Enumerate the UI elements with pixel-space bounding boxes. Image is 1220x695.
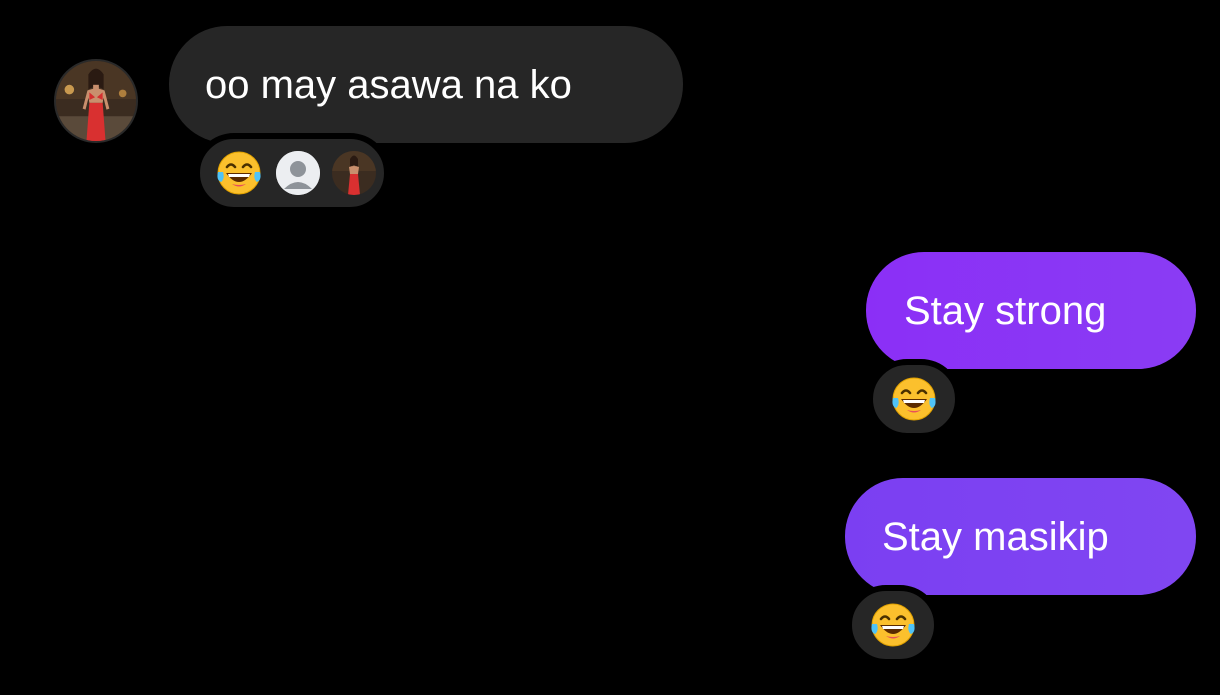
- laughing-tears-emoji-icon: [214, 148, 264, 198]
- outgoing-message-bubble[interactable]: Stay masikip: [845, 478, 1196, 595]
- message-text: Stay strong: [904, 288, 1107, 333]
- incoming-message-bubble[interactable]: oo may asawa na ko: [169, 26, 683, 143]
- laughing-tears-emoji-icon: [889, 374, 939, 424]
- contact-avatar[interactable]: [54, 59, 138, 143]
- message-reactions[interactable]: [194, 133, 390, 213]
- contact-avatar-mini: [332, 151, 376, 195]
- message-text: Stay masikip: [882, 514, 1109, 559]
- default-user-avatar-icon: [276, 151, 320, 195]
- laughing-tears-emoji-icon: [868, 600, 918, 650]
- outgoing-message-bubble[interactable]: Stay strong: [866, 252, 1196, 369]
- contact-avatar-image: [56, 61, 136, 141]
- message-reactions[interactable]: [846, 585, 940, 665]
- message-reactions[interactable]: [867, 359, 961, 439]
- message-text: oo may asawa na ko: [205, 62, 572, 107]
